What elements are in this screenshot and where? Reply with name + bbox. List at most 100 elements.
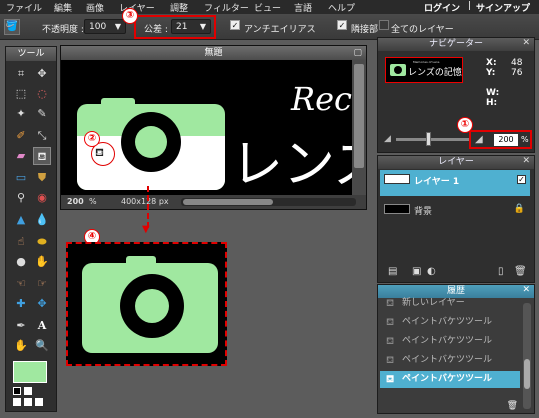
menu-view[interactable]: ビュー bbox=[254, 1, 281, 14]
move-icon[interactable]: ✥ bbox=[33, 65, 51, 83]
foreground-color-swatch[interactable] bbox=[13, 361, 47, 383]
layer-1-thumb bbox=[384, 174, 410, 184]
new-layer-icon[interactable]: ▯ bbox=[498, 266, 504, 277]
history-scrollbar[interactable] bbox=[523, 303, 531, 409]
sponge-icon[interactable]: ⬬ bbox=[33, 233, 51, 251]
history-item-1[interactable]: ⛾ 新しいレイヤー bbox=[380, 295, 520, 312]
canvas-window: 無題 ▢ ⛾ Rec レンズ 200 % 400x128 px bbox=[60, 45, 367, 210]
all-layers-checkbox[interactable] bbox=[379, 20, 389, 30]
y-value: 76 bbox=[511, 68, 523, 78]
tolerance-select[interactable]: 21 ▼ bbox=[171, 19, 211, 34]
signup-link[interactable]: サインアップ bbox=[476, 1, 530, 14]
dropper-icon[interactable]: ⤡ bbox=[33, 127, 51, 145]
zoom-slider-handle[interactable] bbox=[426, 132, 431, 146]
marquee-icon[interactable]: ⬚ bbox=[12, 85, 30, 103]
history-item-label: 新しいレイヤー bbox=[402, 298, 465, 308]
contiguous-checkbox[interactable]: ✓ bbox=[337, 20, 347, 30]
login-link[interactable]: ログイン bbox=[424, 1, 460, 14]
zoom-out-icon[interactable]: ◢ bbox=[384, 134, 391, 144]
burn-icon[interactable]: ✋ bbox=[33, 253, 51, 271]
layer-style-icon[interactable]: ◐ bbox=[427, 266, 436, 277]
blur-icon[interactable]: 💧 bbox=[33, 211, 51, 229]
layer-row-1[interactable]: レイヤー 1 ✓ bbox=[380, 170, 530, 196]
menu-filter[interactable]: フィルター bbox=[204, 1, 249, 14]
menu-image[interactable]: 画像 bbox=[86, 1, 104, 14]
result-lens-inner bbox=[135, 289, 169, 323]
eraser-icon[interactable]: ▰ bbox=[12, 147, 30, 165]
zoom-slider-track[interactable] bbox=[396, 138, 470, 141]
result-preview bbox=[66, 242, 227, 366]
default-colors-icon[interactable] bbox=[13, 387, 21, 395]
layer-1-name[interactable]: レイヤー 1 bbox=[414, 174, 459, 187]
layer-row-bg[interactable]: 背景 🔒 bbox=[380, 199, 530, 221]
magic-wand-icon[interactable]: ✦ bbox=[12, 105, 30, 123]
zoom-in-icon[interactable]: ◢ bbox=[475, 134, 483, 145]
thumb-text: レンズの記憶 bbox=[408, 68, 462, 78]
menu-adjust[interactable]: 調整 bbox=[170, 1, 188, 14]
layer-1-visibility-checkbox[interactable]: ✓ bbox=[517, 175, 526, 184]
all-layers-label: 全てのレイヤー bbox=[391, 25, 454, 35]
hand-icon[interactable]: ✋ bbox=[12, 337, 30, 355]
delete-layer-icon[interactable]: 🗑 bbox=[514, 266, 527, 277]
navigator-close-icon[interactable]: ✕ bbox=[522, 38, 530, 48]
mask-icon[interactable] bbox=[13, 398, 21, 406]
tolerance-value: 21 bbox=[176, 22, 188, 32]
canvas-area[interactable]: ⛾ Rec レンズ bbox=[61, 60, 354, 196]
history-item-5[interactable]: ⛾ ペイントバケツツール bbox=[380, 371, 520, 388]
quick-mask-icon[interactable] bbox=[24, 398, 32, 406]
smudge-icon[interactable]: ☝ bbox=[12, 233, 30, 251]
crop-icon[interactable]: ⌗ bbox=[12, 65, 30, 83]
pinch-icon[interactable]: ☞ bbox=[33, 275, 51, 293]
history-scroll-thumb[interactable] bbox=[524, 359, 530, 389]
brush-icon[interactable]: ✐ bbox=[12, 127, 30, 145]
maximize-icon[interactable]: ▢ bbox=[353, 46, 362, 60]
opacity-select[interactable]: 100 ▼ bbox=[84, 19, 126, 34]
navigator-zoom-value[interactable]: 200 bbox=[494, 134, 518, 146]
contiguous-label: 隣接部 bbox=[351, 25, 379, 35]
screen-mode-icon[interactable] bbox=[35, 398, 43, 406]
menu-edit[interactable]: 編集 bbox=[54, 1, 72, 14]
canvas-zoom-value[interactable]: 200 bbox=[67, 197, 84, 206]
navigator-thumbnail[interactable]: Memories of Lens レンズの記憶 bbox=[385, 57, 463, 83]
history-item-label: ペイントバケツツール bbox=[402, 374, 493, 384]
sharpen-icon[interactable]: ▲ bbox=[12, 211, 30, 229]
swap-colors-icon[interactable] bbox=[24, 387, 32, 395]
paint-bucket-tool-icon[interactable]: ⛾ bbox=[33, 147, 51, 165]
layer-settings-icon[interactable]: ▤ bbox=[388, 266, 397, 277]
antialias-checkbox[interactable]: ✓ bbox=[230, 20, 240, 30]
history-item-label: ペイントバケツツール bbox=[402, 355, 493, 365]
heal-icon[interactable]: ✚ bbox=[12, 295, 30, 313]
bloat-icon[interactable]: ☜ bbox=[12, 275, 30, 293]
red-eye-icon[interactable]: ◉ bbox=[33, 189, 51, 207]
gradient-icon[interactable]: ▭ bbox=[12, 169, 30, 187]
color-replace-icon[interactable]: ⚲ bbox=[12, 189, 30, 207]
zoom-icon[interactable]: 🔍 bbox=[33, 337, 51, 355]
annotation-1: ① bbox=[457, 117, 473, 133]
horizontal-scrollbar[interactable] bbox=[181, 198, 356, 206]
lasso-icon[interactable]: ◌ bbox=[33, 85, 51, 103]
stamp-icon[interactable]: ⛊ bbox=[33, 169, 51, 187]
canvas-size: 400x128 px bbox=[121, 197, 169, 206]
history-delete-icon[interactable]: 🗑 bbox=[507, 401, 518, 411]
layer-bg-thumb bbox=[384, 204, 410, 214]
vertical-scrollbar[interactable] bbox=[352, 60, 366, 196]
h-label: H: bbox=[486, 98, 498, 108]
layers-close-icon[interactable]: ✕ bbox=[522, 156, 530, 166]
history-close-icon[interactable]: ✕ bbox=[522, 285, 530, 295]
pencil-icon[interactable]: ✎ bbox=[33, 105, 51, 123]
menu-file[interactable]: ファイル bbox=[6, 1, 42, 14]
clone-icon[interactable]: ✥ bbox=[33, 295, 51, 313]
paint-bucket-icon: 🪣 bbox=[4, 19, 20, 35]
menu-help[interactable]: ヘルプ bbox=[328, 1, 355, 14]
text-icon[interactable]: A bbox=[33, 317, 51, 335]
vertical-scroll-thumb[interactable] bbox=[354, 64, 364, 168]
dodge-icon[interactable]: ● bbox=[12, 253, 30, 271]
pen-icon[interactable]: ✒ bbox=[12, 317, 30, 335]
history-item-2[interactable]: ⛾ ペイントバケツツール bbox=[380, 314, 520, 331]
history-item-4[interactable]: ⛾ ペイントバケツツール bbox=[380, 352, 520, 369]
horizontal-scroll-thumb[interactable] bbox=[183, 199, 273, 205]
menu-language[interactable]: 言語 bbox=[294, 1, 312, 14]
history-item-3[interactable]: ⛾ ペイントバケツツール bbox=[380, 333, 520, 350]
layer-mask-icon[interactable]: ▣ bbox=[412, 266, 421, 277]
layer-bg-name[interactable]: 背景 bbox=[414, 204, 432, 217]
